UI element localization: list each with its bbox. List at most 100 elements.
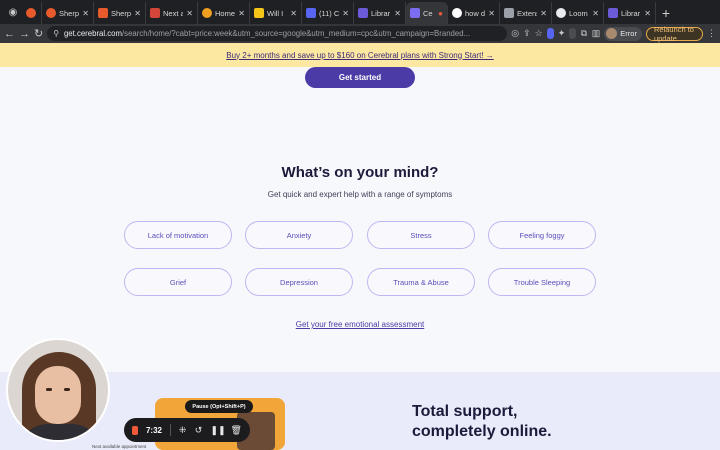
relaunch-to-update-button[interactable]: Relaunch to update — [645, 24, 704, 43]
back-icon[interactable]: ← — [4, 28, 15, 40]
symptom-stress[interactable]: Stress — [367, 221, 475, 249]
browser-tab[interactable]: how d ✕ — [448, 2, 500, 24]
stop-recording-button[interactable] — [132, 425, 138, 435]
tab-label: Home — [215, 8, 236, 18]
gmail-icon — [150, 8, 160, 18]
forward-icon[interactable]: → — [19, 28, 30, 40]
tab-search-icon[interactable]: ◉ — [4, 0, 22, 24]
tab-label: Will I — [267, 8, 284, 18]
support-title-line1: Total support, — [412, 403, 518, 420]
webcam-eye — [46, 388, 52, 391]
pause-icon[interactable]: ❚❚ — [211, 425, 226, 436]
google-lens-icon[interactable]: ◎ — [511, 28, 519, 39]
extension-icon[interactable] — [546, 28, 554, 39]
drag-handle-icon[interactable]: ⁜ — [179, 425, 187, 436]
assessment-link-label: Get your free emotional assessment — [295, 320, 425, 329]
avatar — [606, 28, 618, 39]
browser-tab[interactable]: Sherp ✕ — [42, 2, 94, 24]
tab-label: Sherp — [111, 8, 132, 18]
google-icon — [452, 8, 462, 18]
free-assessment-link[interactable]: Get your free emotional assessment — [0, 320, 720, 329]
browser-tab[interactable]: Will I ✕ — [250, 2, 302, 24]
support-title: Total support, completely online. — [412, 402, 552, 442]
loom-camera-bubble[interactable] — [6, 338, 110, 442]
browser-tab[interactable]: (11) Ch ✕ — [302, 2, 354, 24]
favicon-icon — [202, 8, 212, 18]
close-icon[interactable]: ✕ — [488, 9, 495, 18]
browser-tab[interactable]: Librar ✕ — [604, 2, 656, 24]
symptom-anxiety[interactable]: Anxiety — [245, 221, 353, 249]
browser-toolbar: ← → ↻ ⚲ get.cerebral.com/search/home/?ca… — [0, 24, 720, 43]
browser-tab[interactable]: Next a ✕ — [146, 2, 198, 24]
tab-label: Librar — [621, 8, 641, 18]
puzzle-icon — [504, 8, 514, 18]
favicon-icon — [608, 8, 618, 18]
browser-tab[interactable]: Librar ✕ — [354, 2, 406, 24]
tab-label: (11) Ch — [319, 8, 340, 18]
bookmark-star-icon[interactable]: ☆ — [535, 28, 543, 39]
browser-tab[interactable]: Extens ✕ — [500, 2, 552, 24]
favicon-icon — [410, 8, 420, 18]
close-icon[interactable]: ✕ — [290, 9, 297, 18]
tab-label: Extens — [517, 8, 537, 18]
url-host: get.cerebral.com — [63, 29, 123, 38]
support-title-line2: completely online. — [412, 423, 552, 440]
site-info-icon[interactable]: ⚲ — [53, 29, 59, 38]
symptom-lack-of-motivation[interactable]: Lack of motivation — [124, 221, 232, 249]
favicon-icon — [306, 8, 316, 18]
promo-text: Buy 2+ months and save up to $160 on Cer… — [226, 50, 494, 60]
share-icon[interactable]: ⇪ — [523, 28, 531, 39]
divider — [169, 424, 171, 436]
favicon-icon — [358, 8, 368, 18]
reload-icon[interactable]: ↻ — [34, 27, 43, 40]
recording-icon: ● — [438, 8, 443, 18]
relaunch-label: Relaunch to update — [653, 24, 694, 43]
close-icon[interactable]: ✕ — [394, 9, 401, 18]
browser-tab-active[interactable]: Ce ● — [406, 2, 448, 24]
profile-error-button[interactable]: Error — [604, 26, 642, 41]
address-bar[interactable]: ⚲ get.cerebral.com/search/home/?cabt=pri… — [47, 26, 508, 41]
extension-icon[interactable]: ✦ — [558, 28, 566, 39]
close-icon[interactable]: ✕ — [342, 9, 349, 18]
close-icon[interactable]: ✕ — [592, 9, 599, 18]
close-icon[interactable]: ✕ — [186, 9, 193, 18]
browser-tab[interactable]: Home ✕ — [198, 2, 250, 24]
get-started-button[interactable]: Get started — [305, 67, 415, 88]
get-started-label: Get started — [338, 73, 382, 82]
favicon-icon — [98, 8, 108, 18]
restart-icon[interactable]: ↺ — [195, 425, 203, 436]
tab-label: Ce — [423, 8, 433, 18]
browser-tab[interactable]: Loom ✕ — [552, 2, 604, 24]
tab-label: Next a — [163, 8, 184, 18]
promo-banner[interactable]: Buy 2+ months and save up to $160 on Cer… — [0, 43, 720, 67]
close-icon[interactable]: ✕ — [540, 9, 547, 18]
symptom-grief[interactable]: Grief — [124, 268, 232, 296]
new-tab-button[interactable]: + — [656, 2, 676, 24]
webcam-eye — [64, 388, 70, 391]
extension-icon[interactable] — [569, 28, 577, 39]
side-panel-icon[interactable]: ▥ — [592, 28, 601, 39]
symptom-depression[interactable]: Depression — [245, 268, 353, 296]
close-icon[interactable]: ✕ — [644, 9, 651, 18]
favicon-icon — [46, 8, 56, 18]
url-path: /search/home/?cabt=price:week&utm_source… — [122, 29, 471, 38]
symptom-trouble-sleeping[interactable]: Trouble Sleeping — [488, 268, 596, 296]
close-icon[interactable]: ✕ — [238, 9, 245, 18]
browser-tab[interactable]: Sherp ✕ — [94, 2, 146, 24]
favicon-icon — [254, 8, 264, 18]
close-icon[interactable]: ✕ — [82, 9, 89, 18]
section-subtitle: Get quick and expert help with a range o… — [267, 190, 453, 199]
tab-label: Sherp — [59, 8, 80, 18]
browser-tab[interactable] — [22, 2, 42, 24]
more-menu-icon[interactable]: ⋮ — [707, 28, 716, 39]
symptom-feeling-foggy[interactable]: Feeling foggy — [488, 221, 596, 249]
puzzle-icon[interactable]: ⧉ — [580, 28, 588, 39]
close-icon[interactable]: ✕ — [134, 9, 141, 18]
browser-tab-strip: ◉ Sherp ✕ Sherp ✕ Next a ✕ Home ✕ Will I… — [0, 0, 720, 24]
pause-tooltip: Pause (Opt+Shift+P) — [185, 400, 253, 413]
symptom-trauma-abuse[interactable]: Trauma & Abuse — [367, 268, 475, 296]
next-appointment-label: Next available appointment — [92, 444, 147, 449]
trash-icon[interactable]: 🗑 — [231, 425, 242, 436]
error-label: Error — [620, 29, 637, 38]
recording-timer: 7:32 — [145, 425, 162, 435]
